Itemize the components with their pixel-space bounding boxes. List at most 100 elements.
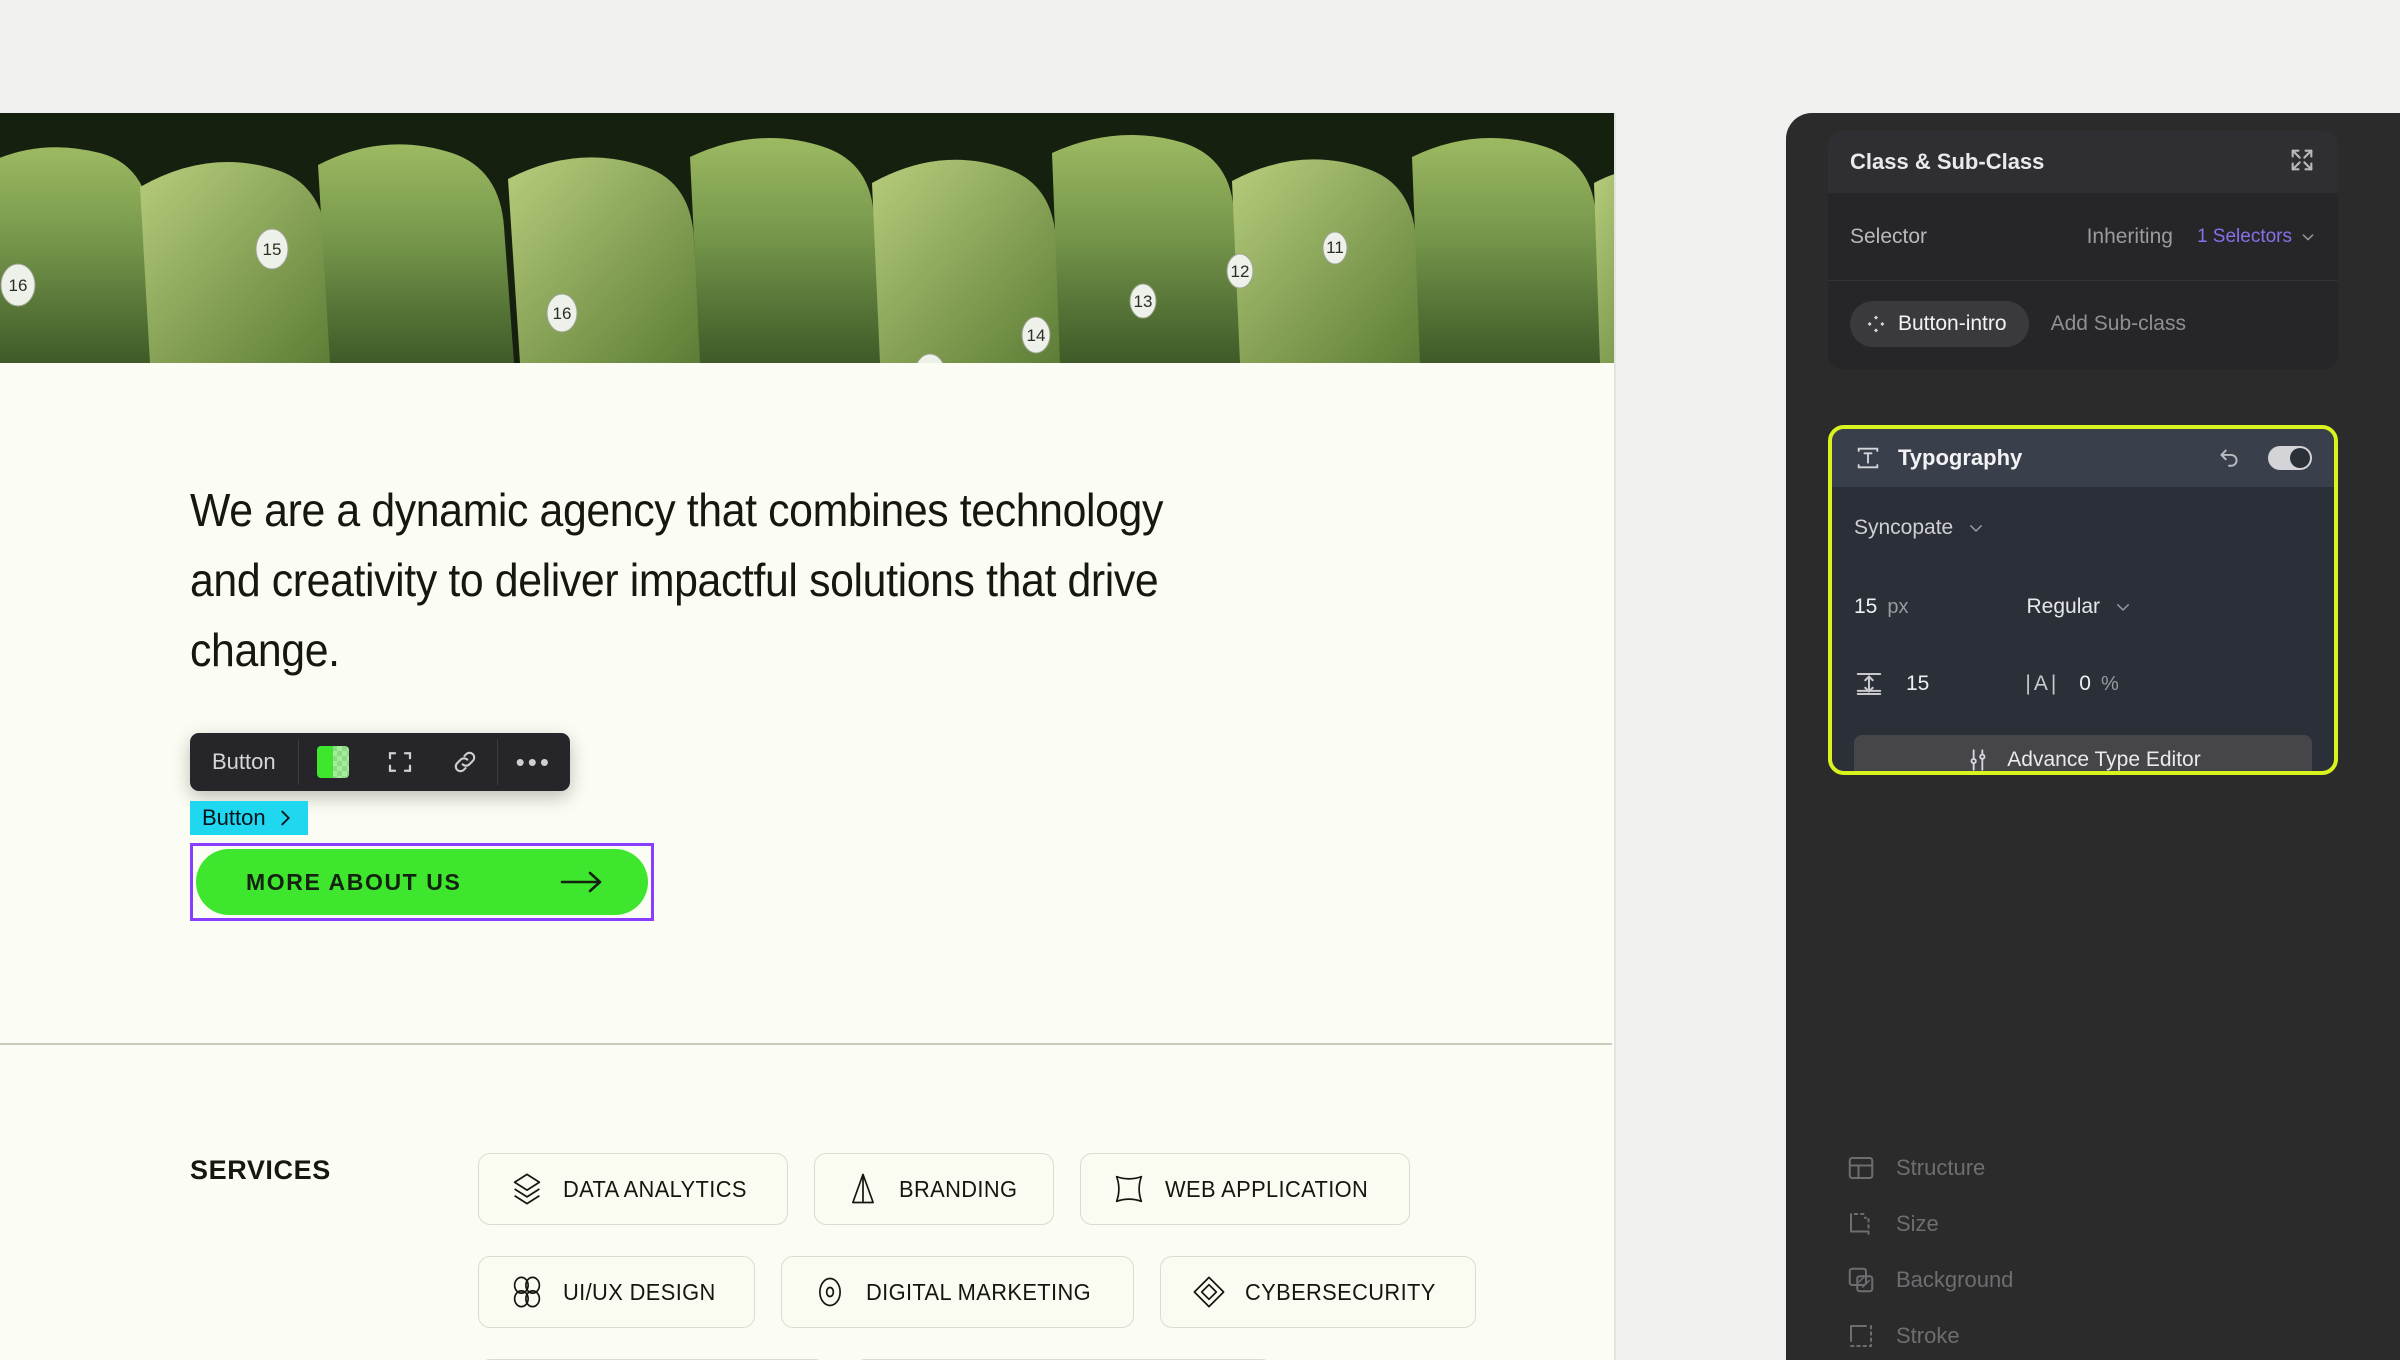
- target-oval-icon: [818, 1277, 841, 1307]
- inheriting-label: Inheriting: [2086, 224, 2173, 248]
- undo-icon: [2220, 449, 2238, 467]
- inspector-panel[interactable]: Class & Sub-Class Selector Inheriting 1 …: [1786, 113, 2400, 1360]
- selector-row[interactable]: Selector Inheriting 1 Selectors: [1828, 193, 2338, 281]
- color-swatch-button[interactable]: [299, 733, 367, 791]
- layout-icon: [1848, 1157, 1874, 1179]
- font-family-value: Syncopate: [1854, 516, 1954, 539]
- stroke-icon: [1850, 1325, 1872, 1347]
- add-subclass-button[interactable]: Add Sub-class: [2051, 312, 2186, 336]
- chevron-down-icon: [2117, 604, 2130, 611]
- section-stroke[interactable]: Stroke: [1846, 1321, 1960, 1351]
- class-card-header: Class & Sub-Class: [1828, 131, 2338, 193]
- class-subclass-card: Class & Sub-Class Selector Inheriting 1 …: [1828, 131, 2338, 369]
- sliders-icon: [1970, 749, 1986, 771]
- advance-type-editor-label: Advance Type Editor: [2007, 748, 2201, 771]
- letter-spacing-input[interactable]: 0: [2079, 672, 2091, 696]
- svg-text:13: 13: [1134, 292, 1153, 311]
- selectors-count-label: 1 Selectors: [2196, 225, 2292, 247]
- canvas-right-edge: [1614, 113, 1616, 1360]
- cta-label: MORE ABOUT US: [246, 868, 462, 895]
- typography-title: Typography: [1898, 445, 2023, 470]
- intro-line: change.: [190, 624, 340, 676]
- typography-toggle[interactable]: [2268, 446, 2312, 470]
- color-swatch-icon: [316, 746, 349, 778]
- chevron-down-icon: [2302, 233, 2314, 240]
- section-divider: [0, 1043, 1612, 1045]
- frame-icon: [388, 752, 411, 772]
- more-about-us-button[interactable]: MORE ABOUT US: [196, 849, 648, 915]
- typography-card: Typography Syncopate 15 px Regular 15 |A…: [1828, 425, 2338, 775]
- section-background[interactable]: Background: [1846, 1265, 2013, 1295]
- advance-type-editor-button[interactable]: Advance Type Editor: [1854, 735, 2312, 771]
- letter-spacing-icon: |A|: [2025, 672, 2060, 695]
- element-toolbar[interactable]: Button •••: [190, 733, 570, 791]
- link-icon: [454, 751, 475, 773]
- service-chip-label: DATA ANALYTICS: [563, 1175, 747, 1202]
- chevron-down-icon: [1970, 525, 1983, 532]
- expand-button[interactable]: [2288, 146, 2316, 179]
- service-chip-label: CYBERSECURITY: [1244, 1278, 1436, 1305]
- line-height-icon: [1856, 673, 1882, 695]
- svg-text:12: 12: [1231, 262, 1250, 281]
- service-chip-label: DIGITAL MARKETING: [865, 1278, 1091, 1305]
- more-icon: •••: [515, 747, 552, 777]
- svg-text:11: 11: [1326, 238, 1344, 257]
- services-row: DATA ANALYTICS BRANDING WEB APPLICATION: [478, 1153, 1411, 1225]
- font-size-unit: px: [1887, 595, 1909, 618]
- arrow-right-icon: [560, 869, 604, 895]
- crop-icon: [1850, 1213, 1870, 1235]
- section-background-label: Background: [1896, 1267, 2014, 1292]
- chevron-right-icon: [280, 810, 290, 826]
- services-heading: SERVICES: [190, 1155, 331, 1185]
- diamond-grid-icon: [1193, 1276, 1225, 1308]
- subclass-chip[interactable]: Button-intro: [1850, 301, 2029, 347]
- font-family-dropdown[interactable]: Syncopate: [1854, 487, 2312, 569]
- selectors-count-dropdown[interactable]: 1 Selectors: [2197, 226, 2316, 248]
- selection-badge-label: Button: [202, 805, 266, 830]
- selection-badge[interactable]: Button: [190, 801, 308, 835]
- section-structure-label: Structure: [1896, 1155, 1986, 1180]
- intro-line: and creativity to deliver impactful solu…: [190, 554, 1159, 606]
- section-stroke-label: Stroke: [1896, 1323, 1960, 1348]
- service-chip-label: BRANDING: [898, 1175, 1017, 1202]
- link-button[interactable]: [433, 733, 497, 791]
- font-size-row: 15 px Regular: [1854, 569, 2312, 645]
- hero-image[interactable]: 16 15 16 14 13 12 11: [0, 113, 1616, 363]
- line-height-input[interactable]: 15: [1906, 672, 1929, 696]
- diamond-cluster-icon: [1867, 315, 1885, 333]
- section-size[interactable]: Size: [1846, 1209, 1939, 1239]
- svg-text:16: 16: [553, 304, 572, 323]
- background-icon: [1848, 1267, 1874, 1293]
- reset-button[interactable]: [2216, 443, 2242, 474]
- service-chip[interactable]: BRANDING: [813, 1153, 1055, 1225]
- service-chip[interactable]: CYBERSECURITY: [1159, 1256, 1477, 1328]
- letter-spacing-unit: %: [2100, 672, 2119, 695]
- service-chip[interactable]: DIGITAL MARKETING: [780, 1256, 1134, 1328]
- intro-line: We are a dynamic agency that combines te…: [190, 484, 1163, 536]
- section-structure[interactable]: Structure: [1846, 1153, 1985, 1183]
- svg-text:14: 14: [1027, 326, 1046, 345]
- font-weight-dropdown[interactable]: Regular: [2026, 595, 2100, 619]
- stadium-seats-photo: 16 15 16 14 13 12 11: [0, 113, 1616, 363]
- class-card-title: Class & Sub-Class: [1850, 149, 2045, 174]
- prism-icon: [851, 1173, 874, 1204]
- service-chip[interactable]: DATA ANALYTICS: [478, 1153, 788, 1225]
- svg-text:15: 15: [263, 240, 282, 259]
- service-chip[interactable]: UI/UX DESIGN: [478, 1256, 755, 1328]
- intro-paragraph[interactable]: We are a dynamic agency that combines te…: [190, 475, 1290, 685]
- service-chip[interactable]: WEB APPLICATION: [1080, 1153, 1411, 1225]
- subclass-chip-label: Button-intro: [1898, 312, 2007, 335]
- more-button[interactable]: •••: [498, 733, 570, 791]
- service-chip-label: WEB APPLICATION: [1165, 1175, 1369, 1202]
- frame-button[interactable]: [367, 733, 433, 791]
- typography-header: Typography: [1832, 429, 2334, 487]
- line-height-row: 15 |A| 0 %: [1854, 645, 2312, 723]
- concave-square-icon: [1115, 1175, 1143, 1203]
- section-size-label: Size: [1896, 1211, 1939, 1236]
- subclass-row: Button-intro Add Sub-class: [1828, 281, 2338, 367]
- cta-selection-outline[interactable]: MORE ABOUT US: [190, 843, 654, 921]
- font-size-input[interactable]: 15: [1854, 595, 1877, 619]
- svg-text:16: 16: [9, 276, 28, 295]
- typography-icon: [1857, 447, 1879, 469]
- website-canvas[interactable]: 16 15 16 14 13 12 11 We are a dynamic ag…: [0, 113, 1616, 1360]
